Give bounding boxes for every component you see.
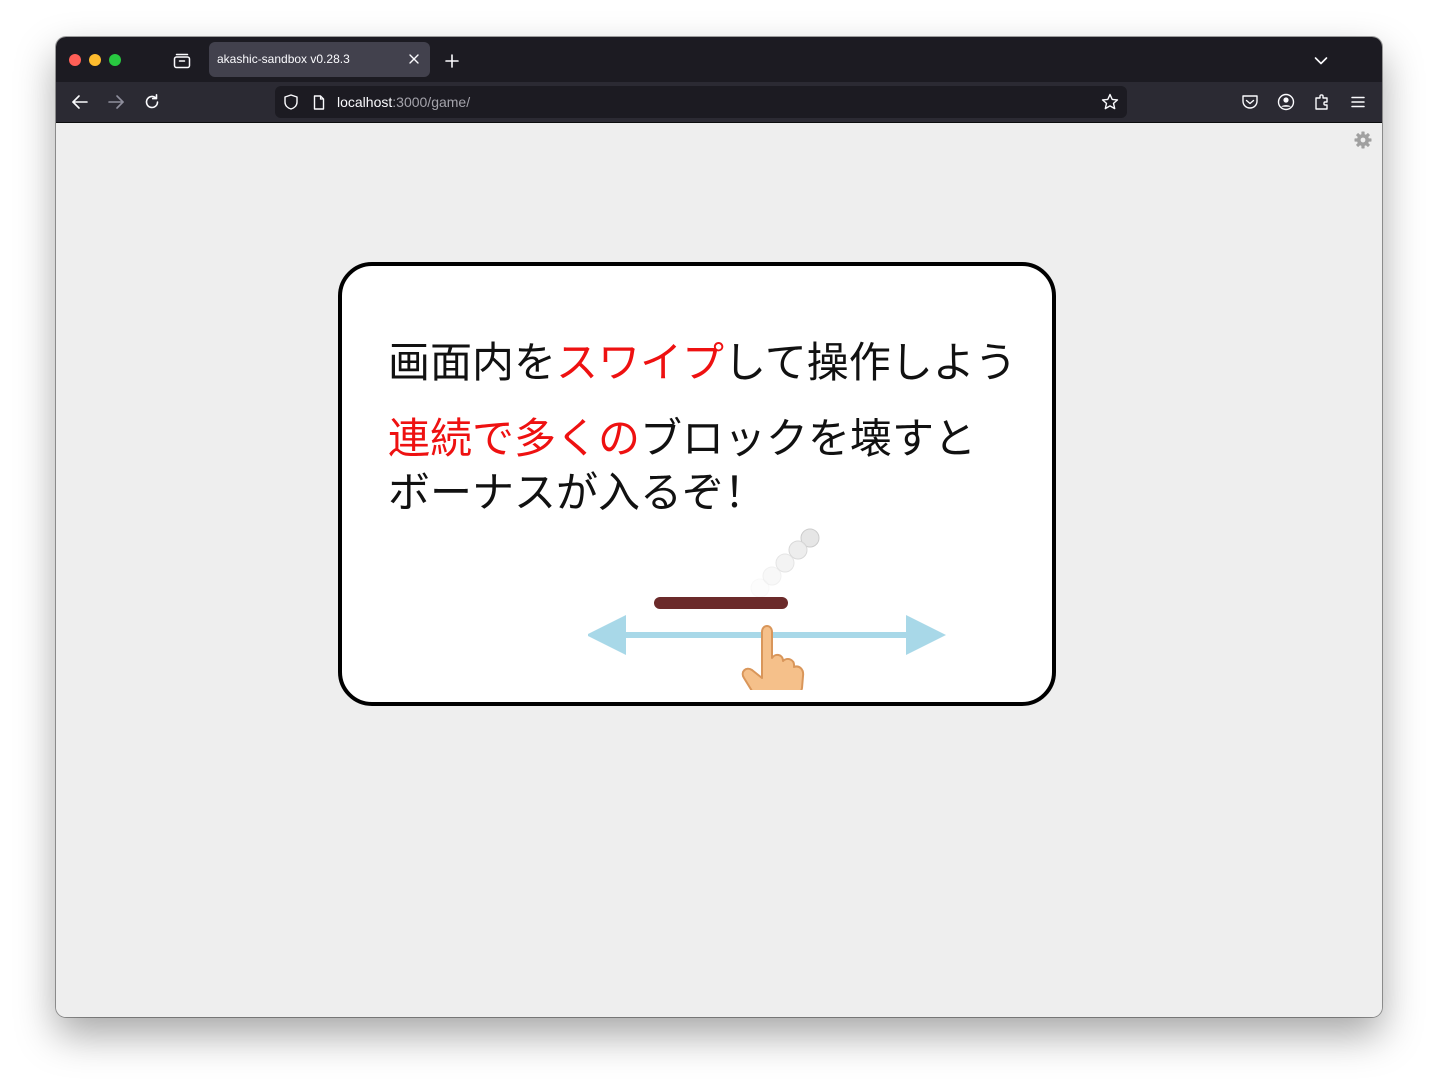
url-path: :3000/game/ — [392, 94, 471, 110]
instruction-highlight-swipe: スワイプ — [556, 338, 725, 387]
close-window-button[interactable] — [69, 54, 81, 66]
tab-title: akashic-sandbox v0.28.3 — [217, 52, 350, 66]
browser-window: akashic-sandbox v0.28.3 localhost:3000/g… — [56, 37, 1382, 1017]
puzzle-icon[interactable] — [1310, 90, 1334, 114]
instruction-text: 画面内を — [388, 338, 557, 387]
instruction-line-swipe: 画面内をスワイプして操作しよう — [388, 342, 1017, 384]
forward-arrow-icon[interactable] — [104, 90, 128, 114]
hamburger-menu-icon[interactable] — [1346, 90, 1370, 114]
list-all-tabs-chevron-down-icon[interactable] — [1310, 50, 1332, 72]
pocket-icon[interactable] — [1238, 90, 1262, 114]
tab-overview-icon[interactable] — [170, 50, 194, 72]
gear-icon[interactable] — [1352, 129, 1374, 151]
title-bar: akashic-sandbox v0.28.3 — [56, 37, 1382, 82]
instruction-line-combo: 連続で多くのブロックを壊すと — [388, 418, 976, 460]
instruction-line-bonus: ボーナスが入るぞ！ — [388, 468, 767, 517]
page-content: 画面内をスワイプして操作しよう 連続で多くのブロックを壊すと ボーナスが入るぞ！ — [56, 123, 1382, 1017]
minimize-window-button[interactable] — [89, 54, 101, 66]
back-arrow-icon[interactable] — [68, 90, 92, 114]
swipe-illustration — [588, 528, 946, 690]
star-icon[interactable] — [1100, 92, 1120, 112]
instruction-text: ブロックを壊すと — [640, 414, 977, 463]
close-tab-icon[interactable] — [406, 51, 422, 67]
instruction-card[interactable]: 画面内をスワイプして操作しよう 連続で多くのブロックを壊すと ボーナスが入るぞ！ — [338, 262, 1056, 706]
address-bar[interactable]: localhost:3000/game/ — [275, 86, 1127, 118]
new-tab-plus-icon[interactable] — [441, 50, 463, 72]
zoom-window-button[interactable] — [109, 54, 121, 66]
tab-akashic-sandbox[interactable]: akashic-sandbox v0.28.3 — [209, 42, 430, 77]
tracking-protection-shield-icon[interactable] — [282, 93, 300, 111]
url-host: localhost — [337, 94, 393, 110]
ball-trail — [750, 528, 820, 598]
instruction-text: して操作しよう — [724, 338, 1017, 387]
paddle — [654, 597, 788, 609]
reload-icon[interactable] — [140, 90, 164, 114]
account-icon[interactable] — [1274, 90, 1298, 114]
navigation-toolbar: localhost:3000/game/ — [56, 82, 1382, 123]
instruction-highlight-combo: 連続で多くの — [388, 414, 641, 463]
page-info-document-icon[interactable] — [310, 93, 328, 111]
url-text[interactable]: localhost:3000/game/ — [337, 94, 470, 110]
